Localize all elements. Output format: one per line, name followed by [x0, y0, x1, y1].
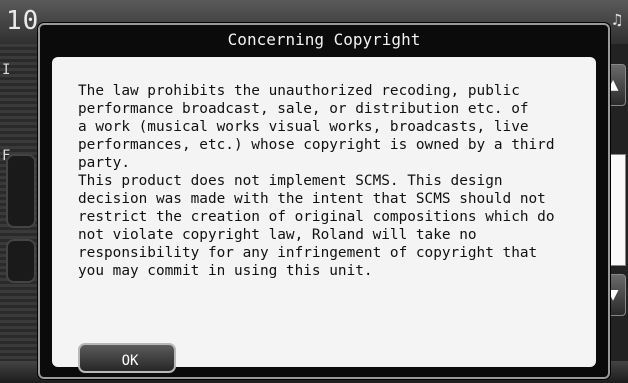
left-knob [6, 154, 36, 228]
copyright-notice-text: The law prohibits the unauthorized recod… [78, 83, 555, 279]
ok-button[interactable]: OK [78, 343, 176, 373]
background-header-text: 10 [6, 6, 40, 36]
background-left-strip: I F [0, 44, 38, 383]
dialog-body: The law prohibits the unauthorized recod… [52, 57, 596, 367]
dialog-title: Concerning Copyright [227, 30, 421, 49]
left-knob-lower [6, 239, 36, 283]
left-label-bottom: F [2, 148, 11, 164]
left-label-top: I [2, 62, 11, 78]
music-note-icon: ♫ [612, 10, 622, 29]
copyright-dialog: Concerning Copyright The law prohibits t… [38, 23, 610, 379]
